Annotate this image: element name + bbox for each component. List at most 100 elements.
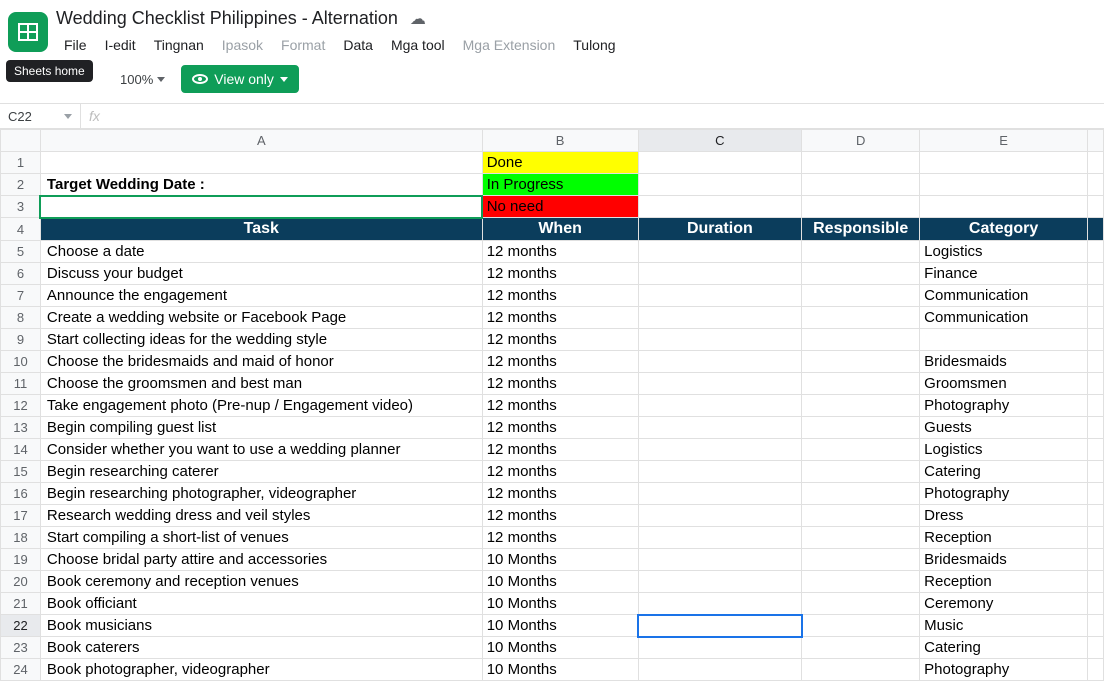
formula-bar[interactable]: fx [80, 104, 1104, 128]
cell[interactable] [638, 152, 802, 174]
cell-when[interactable]: 10 Months [482, 549, 638, 571]
cell-responsible[interactable] [802, 351, 920, 373]
row-header[interactable]: 23 [1, 637, 41, 659]
cell-status-noneed[interactable]: No need [482, 196, 638, 218]
cell-when[interactable]: 12 months [482, 461, 638, 483]
cell-category[interactable]: Finance [920, 263, 1088, 285]
row-header[interactable]: 10 [1, 351, 41, 373]
row-header[interactable]: 15 [1, 461, 41, 483]
cell-target-date-value[interactable] [40, 196, 482, 218]
cell-duration[interactable] [638, 615, 802, 637]
cell[interactable] [920, 152, 1088, 174]
cell-duration[interactable] [638, 395, 802, 417]
cell-when[interactable]: 12 months [482, 351, 638, 373]
cell-category[interactable]: Catering [920, 461, 1088, 483]
cell-duration[interactable] [638, 549, 802, 571]
cell-task[interactable]: Choose a date [40, 241, 482, 263]
cell-category[interactable]: Dress [920, 505, 1088, 527]
cell-when[interactable]: 12 months [482, 329, 638, 351]
cell-duration[interactable] [638, 637, 802, 659]
cell-status-done[interactable]: Done [482, 152, 638, 174]
cell[interactable] [1088, 527, 1104, 549]
name-box[interactable]: C22 [0, 105, 80, 128]
row-header[interactable]: 19 [1, 549, 41, 571]
row-header[interactable]: 18 [1, 527, 41, 549]
row-header[interactable]: 17 [1, 505, 41, 527]
cell-status-inprogress[interactable]: In Progress [482, 174, 638, 196]
cell-category[interactable] [920, 329, 1088, 351]
cell-category[interactable]: Music [920, 615, 1088, 637]
cell-category[interactable]: Photography [920, 659, 1088, 681]
cell-task[interactable]: Start collecting ideas for the wedding s… [40, 329, 482, 351]
cell-when[interactable]: 12 months [482, 483, 638, 505]
cell[interactable] [802, 196, 920, 218]
cell[interactable] [1088, 505, 1104, 527]
row-header[interactable]: 24 [1, 659, 41, 681]
spreadsheet-grid[interactable]: A B C D E 1 Done 2 Target Wedding Date :… [0, 129, 1104, 681]
cell-responsible[interactable] [802, 395, 920, 417]
row-header[interactable]: 3 [1, 196, 41, 218]
cell-responsible[interactable] [802, 241, 920, 263]
row-header[interactable]: 8 [1, 307, 41, 329]
cell-duration[interactable] [638, 241, 802, 263]
cell[interactable] [1088, 659, 1104, 681]
cell[interactable] [1088, 373, 1104, 395]
cell-responsible[interactable] [802, 329, 920, 351]
cell-task[interactable]: Book photographer, videographer [40, 659, 482, 681]
header-duration[interactable]: Duration [638, 218, 802, 241]
cell[interactable] [1088, 174, 1104, 196]
cell-task[interactable]: Consider whether you want to use a weddi… [40, 439, 482, 461]
cell-task[interactable]: Discuss your budget [40, 263, 482, 285]
row-header[interactable]: 12 [1, 395, 41, 417]
cell-when[interactable]: 12 months [482, 241, 638, 263]
cell-responsible[interactable] [802, 461, 920, 483]
cell-when[interactable]: 12 months [482, 307, 638, 329]
cell-duration[interactable] [638, 439, 802, 461]
cell-duration[interactable] [638, 329, 802, 351]
cell-duration[interactable] [638, 263, 802, 285]
column-header[interactable]: D [802, 130, 920, 152]
cell[interactable] [1088, 571, 1104, 593]
cell-target-date-label[interactable]: Target Wedding Date : [40, 174, 482, 196]
select-all-corner[interactable] [1, 130, 41, 152]
cell[interactable] [1088, 152, 1104, 174]
cell-task[interactable]: Begin researching caterer [40, 461, 482, 483]
cell-when[interactable]: 12 months [482, 263, 638, 285]
cell-duration[interactable] [638, 505, 802, 527]
cell[interactable] [1088, 285, 1104, 307]
row-header[interactable]: 16 [1, 483, 41, 505]
cell-task[interactable]: Research wedding dress and veil styles [40, 505, 482, 527]
cell-duration[interactable] [638, 373, 802, 395]
header-category[interactable]: Category [920, 218, 1088, 241]
cell-category[interactable]: Reception [920, 571, 1088, 593]
cell-task[interactable]: Begin compiling guest list [40, 417, 482, 439]
column-header[interactable] [1088, 130, 1104, 152]
cell[interactable] [920, 196, 1088, 218]
document-title[interactable]: Wedding Checklist Philippines - Alternat… [56, 8, 398, 29]
cell-category[interactable]: Reception [920, 527, 1088, 549]
menu-format[interactable]: Format [273, 33, 333, 57]
cell[interactable] [1088, 307, 1104, 329]
cell[interactable] [1088, 196, 1104, 218]
cell-responsible[interactable] [802, 593, 920, 615]
menu-help[interactable]: Tulong [565, 33, 623, 57]
cell-task[interactable]: Begin researching photographer, videogra… [40, 483, 482, 505]
cell-responsible[interactable] [802, 615, 920, 637]
cell-duration[interactable] [638, 571, 802, 593]
cell-responsible[interactable] [802, 549, 920, 571]
row-header[interactable]: 9 [1, 329, 41, 351]
cell-task[interactable]: Start compiling a short-list of venues [40, 527, 482, 549]
cell-responsible[interactable] [802, 505, 920, 527]
cell[interactable] [1088, 439, 1104, 461]
zoom-dropdown[interactable]: 100% [114, 68, 171, 91]
row-header[interactable]: 4 [1, 218, 41, 241]
cell[interactable] [638, 174, 802, 196]
cell-task[interactable]: Create a wedding website or Facebook Pag… [40, 307, 482, 329]
cell-category[interactable]: Photography [920, 395, 1088, 417]
cell[interactable] [1088, 329, 1104, 351]
cell-when[interactable]: 10 Months [482, 637, 638, 659]
cell[interactable] [802, 152, 920, 174]
cell-when[interactable]: 12 months [482, 417, 638, 439]
cell[interactable] [1088, 241, 1104, 263]
view-only-button[interactable]: View only [181, 65, 299, 93]
